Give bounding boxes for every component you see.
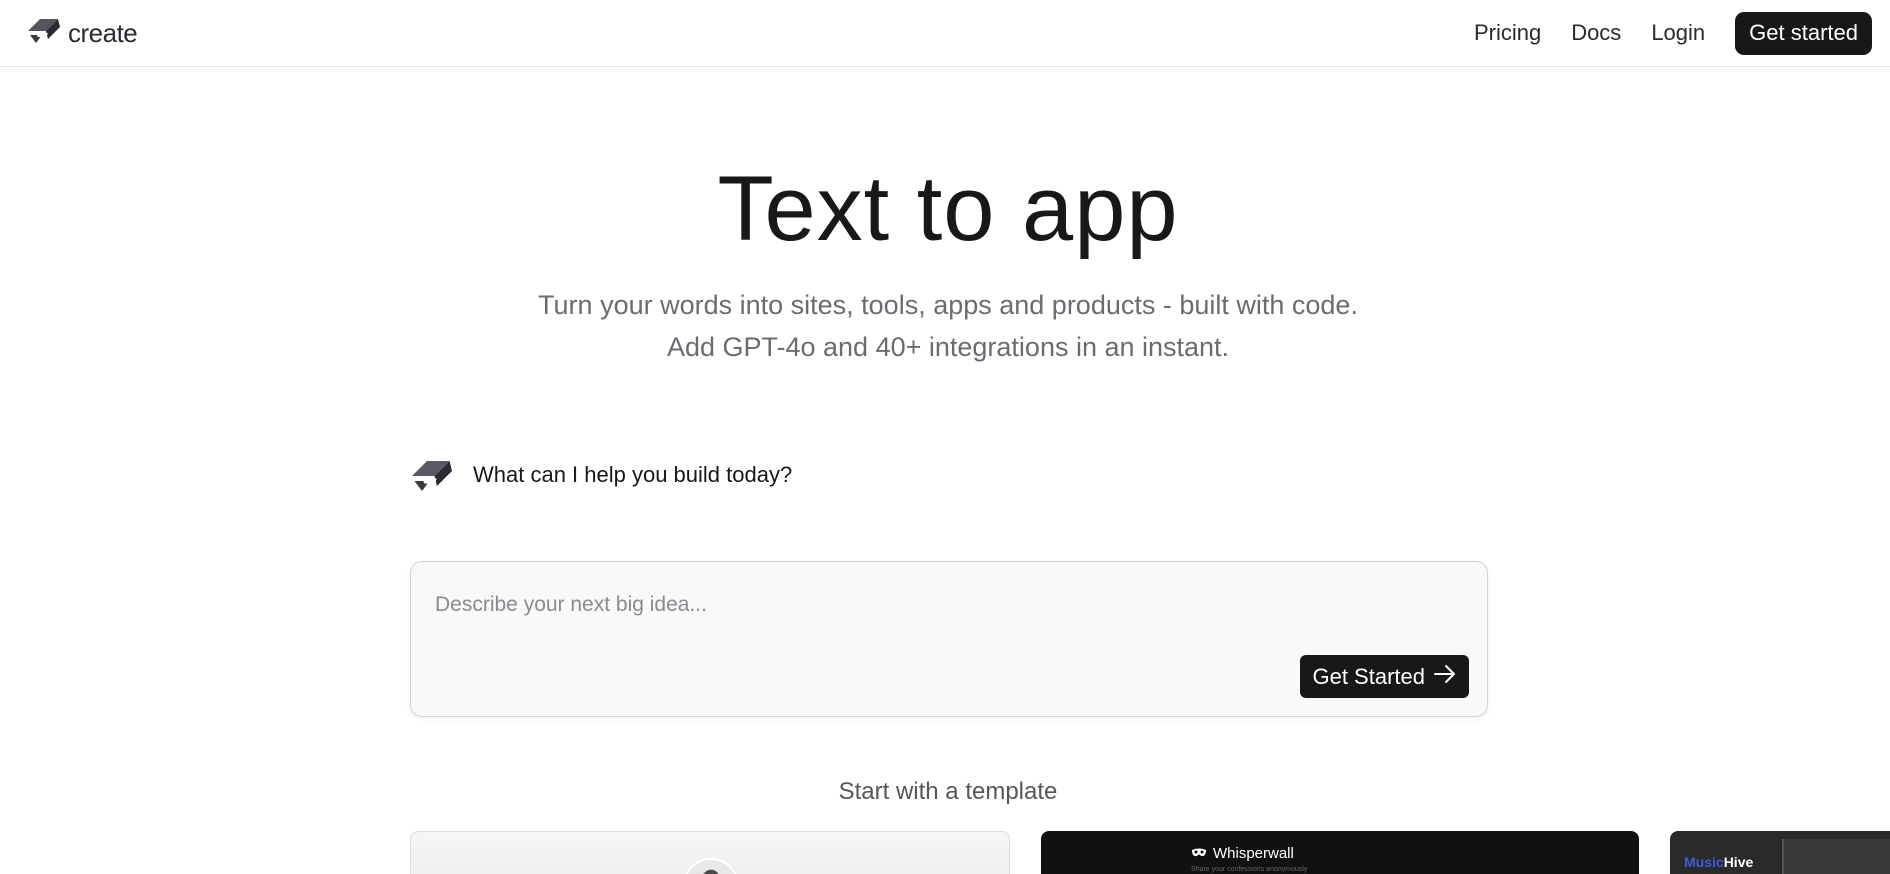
template-card-whisperwall[interactable]: Whisperwall Share your confessions anony…: [1041, 831, 1639, 874]
nav-login-link[interactable]: Login: [1651, 20, 1705, 46]
template-preview-panel: [1782, 839, 1890, 874]
idea-submit-label: Get Started: [1312, 663, 1425, 689]
nav-docs-link[interactable]: Docs: [1571, 20, 1621, 46]
template-card-musichive[interactable]: MusicHive: [1670, 831, 1890, 874]
idea-submit-button[interactable]: Get Started: [1300, 655, 1469, 698]
arrow-right-icon: [1433, 663, 1457, 691]
nav-links: Pricing Docs Login Get started: [1474, 11, 1872, 55]
whisperwall-title: Whisperwall: [1191, 845, 1294, 862]
idea-input[interactable]: [435, 588, 1435, 622]
create-logo-icon: [26, 15, 62, 52]
assistant-prompt-text: What can I help you build today?: [473, 461, 793, 487]
whisperwall-title-text: Whisperwall: [1213, 845, 1294, 862]
hero-subtitle: Turn your words into sites, tools, apps …: [0, 284, 1890, 368]
hero-subtitle-line-2: Add GPT-4o and 40+ integrations in an in…: [666, 332, 1230, 362]
whisperwall-subtitle: Share your confessions anonymously: [1191, 866, 1308, 873]
idea-input-box: Get Started: [410, 561, 1488, 717]
mask-icon: [1191, 845, 1207, 862]
get-started-button[interactable]: Get started: [1735, 11, 1872, 55]
brand-name: create: [68, 17, 138, 48]
hero-subtitle-line-1: Turn your words into sites, tools, apps …: [538, 290, 1358, 320]
hero-title: Text to app: [717, 158, 1179, 260]
nav-pricing-link[interactable]: Pricing: [1474, 20, 1541, 46]
musichive-title: MusicHive: [1684, 854, 1753, 870]
assistant-message: What can I help you build today?: [409, 456, 792, 501]
musichive-title-text: Hive: [1723, 854, 1754, 870]
page: create Pricing Docs Login Get started Te…: [0, 0, 1890, 874]
template-card-1[interactable]: [410, 831, 1010, 874]
assistant-logo-icon: [409, 456, 455, 501]
top-nav: create Pricing Docs Login Get started: [0, 0, 1890, 67]
brand-logo-link[interactable]: create: [26, 15, 138, 52]
avatar: [683, 858, 739, 874]
templates-heading: Start with a template: [838, 778, 1058, 805]
musichive-title-accent: Music: [1684, 854, 1724, 870]
